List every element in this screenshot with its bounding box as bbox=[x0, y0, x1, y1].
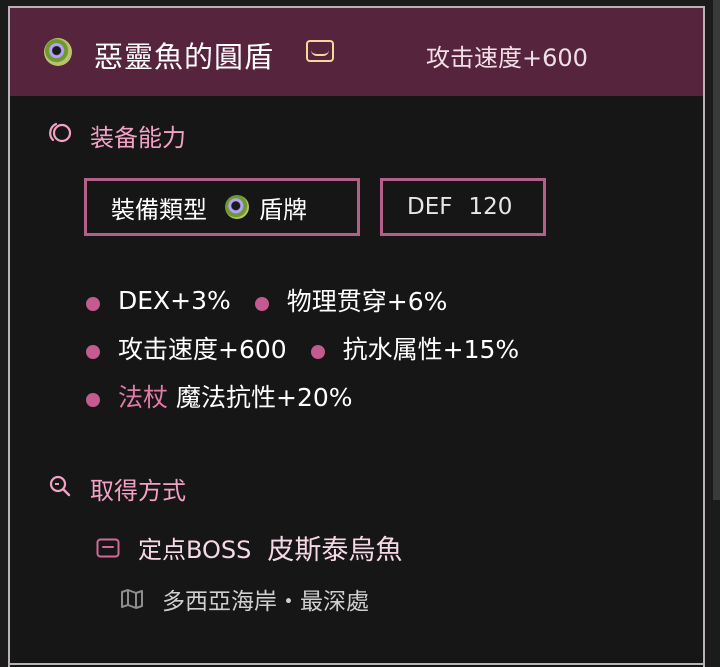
search-icon bbox=[49, 475, 71, 497]
scrollbar-track[interactable] bbox=[713, 0, 720, 500]
box-icon bbox=[96, 538, 120, 557]
stat-dex: DEX+3% bbox=[118, 285, 231, 315]
item-title: 惡靈魚的圓盾 bbox=[94, 40, 275, 74]
def-chip: DEF 120 bbox=[380, 178, 546, 236]
bullet bbox=[254, 297, 269, 311]
shield-item-icon bbox=[44, 38, 72, 66]
equip-type-value: 盾牌 bbox=[259, 195, 307, 224]
stat-magic-resist: 魔法抗性+20% bbox=[176, 383, 353, 412]
stat-attack-speed: 攻击速度+600 bbox=[118, 335, 287, 364]
bullet bbox=[86, 345, 100, 359]
stat-condition-tag: 法杖 bbox=[118, 383, 169, 412]
acquisition-section-title: 取得方式 bbox=[90, 477, 186, 505]
acquisition-location: 多西亞海岸・最深處 bbox=[120, 582, 369, 616]
def-value: 120 bbox=[468, 194, 513, 220]
def-label: DEF bbox=[407, 194, 453, 220]
chest-icon[interactable] bbox=[306, 40, 334, 62]
acquisition-source[interactable]: 定点BOSS 皮斯泰烏魚 bbox=[96, 528, 402, 567]
equip-type-chip: 裝備類型 盾牌 bbox=[84, 178, 360, 236]
equip-type-label: 裝備類型 bbox=[111, 195, 207, 224]
shield-type-icon bbox=[225, 195, 249, 219]
item-tooltip-panel: 惡靈魚的圓盾 攻击速度+600 装备能力 裝備類型 盾牌 DEF 120 DEX… bbox=[8, 6, 705, 667]
item-header: 惡靈魚的圓盾 攻击速度+600 bbox=[10, 8, 703, 96]
stat-water-resist: 抗水属性+15% bbox=[342, 335, 520, 364]
map-icon bbox=[121, 589, 143, 609]
location-text: 多西亞海岸・最深處 bbox=[162, 589, 369, 615]
ring-icon bbox=[49, 122, 72, 143]
stat-row-1: DEX+3% 物理贯穿+6% bbox=[86, 282, 447, 318]
boss-name: 皮斯泰烏魚 bbox=[267, 535, 403, 566]
stat-row-2: 攻击速度+600 抗水属性+15% bbox=[86, 330, 519, 366]
equip-section-title: 装备能力 bbox=[90, 124, 186, 152]
stat-physical-pierce: 物理贯穿+6% bbox=[286, 287, 448, 316]
bullet bbox=[310, 345, 325, 359]
stat-row-3: 法杖 魔法抗性+20% bbox=[86, 378, 353, 414]
source-type: 定点BOSS bbox=[138, 536, 252, 564]
header-stat: 攻击速度+600 bbox=[426, 44, 588, 72]
panel-bottom-divider bbox=[10, 663, 703, 665]
bullet bbox=[86, 297, 100, 311]
bullet bbox=[86, 393, 100, 407]
